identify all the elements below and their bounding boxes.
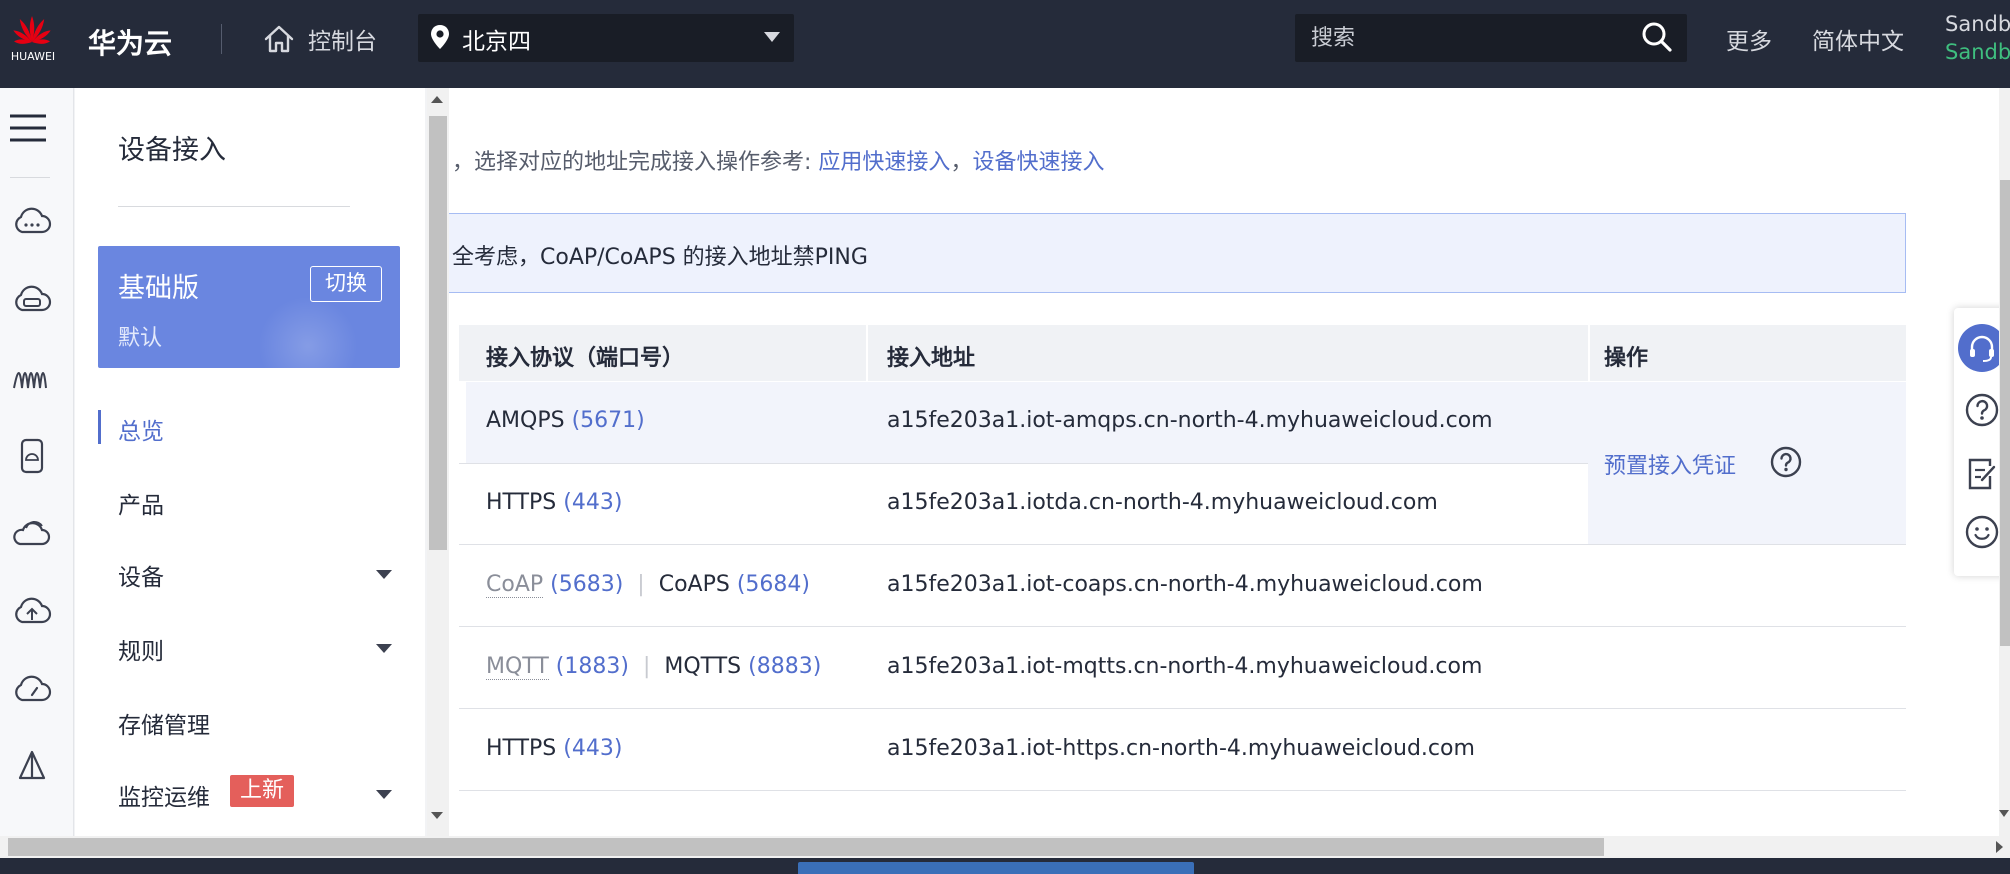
scroll-down-arrow-icon[interactable] (1999, 810, 2009, 817)
row-divider (459, 790, 1906, 791)
logo-text: HUAWEI (10, 50, 56, 63)
language-switcher[interactable]: 简体中文 (1812, 22, 1904, 56)
chevron-down-icon (764, 32, 780, 42)
top-navigation-bar (0, 0, 2010, 88)
user-account-status[interactable]: Sandbox (1945, 40, 2010, 64)
divider (118, 206, 350, 207)
port-number: (5684) (736, 572, 810, 597)
app-quick-access-link[interactable]: 应用快速接入 (818, 150, 950, 175)
cloud-upload-icon[interactable] (12, 592, 52, 632)
access-address: a15fe203a1.iotda.cn-north-4.myhuaweiclou… (887, 490, 1438, 515)
new-badge: 上新 (230, 775, 294, 807)
row-divider (459, 708, 1906, 709)
menu-item-products[interactable]: 产品 (118, 486, 164, 520)
protocol-name[interactable]: CoAP (486, 572, 544, 598)
protocol-name: MQTTS (664, 654, 742, 679)
protocol-separator: | (637, 572, 645, 597)
chevron-down-icon[interactable] (376, 790, 392, 799)
divider (221, 24, 222, 54)
table-row: HTTPS (443) (486, 736, 622, 761)
port-number: (5671) (571, 408, 645, 433)
port-number: (5683) (550, 572, 624, 597)
more-menu[interactable]: 更多 (1726, 22, 1772, 56)
sailboat-icon[interactable] (12, 748, 52, 788)
protocol-name: HTTPS (486, 736, 557, 761)
user-name[interactable]: Sandbox (1945, 12, 2010, 36)
table-row: MQTT (1883) | MQTTS (8883) (486, 654, 822, 680)
column-header-address: 接入地址 (887, 346, 976, 371)
column-separator (1588, 325, 1590, 381)
menu-title: 设备接入 (118, 135, 226, 166)
edition-default-label: 默认 (118, 326, 163, 351)
smiley-feedback-icon[interactable] (1964, 514, 2000, 550)
row-divider (459, 544, 1906, 545)
location-pin-icon (431, 25, 449, 49)
access-address: a15fe203a1.iot-coaps.cn-north-4.myhuawei… (887, 572, 1483, 597)
protocol-name: HTTPS (486, 490, 557, 515)
protocol-separator: | (642, 654, 651, 679)
scroll-up-arrow-icon[interactable] (431, 96, 443, 103)
table-row: CoAP (5683) | CoAPS (5684) (486, 572, 810, 598)
sidebar-scrollbar-thumb[interactable] (429, 116, 447, 550)
table-row: AMQPS (5671) (486, 408, 645, 433)
rail-divider (10, 177, 50, 178)
menu-item-rules[interactable]: 规则 (118, 632, 164, 666)
port-number: (443) (563, 490, 623, 515)
phone-device-icon[interactable] (12, 436, 52, 476)
waveform-icon[interactable] (12, 358, 52, 398)
feedback-edit-icon[interactable] (1964, 456, 2000, 492)
table-row: HTTPS (443) (486, 490, 622, 515)
cloud-stack-icon[interactable] (12, 514, 52, 554)
edition-name: 基础版 (118, 273, 199, 304)
column-header-actions: 操作 (1604, 346, 1649, 371)
chevron-down-icon[interactable] (376, 570, 392, 579)
cloud-gauge-icon[interactable] (12, 670, 52, 710)
bottom-tab[interactable] (798, 862, 1194, 874)
region-label: 北京四 (462, 29, 531, 55)
switch-edition-button[interactable]: 切换 (310, 266, 382, 302)
port-number: (443) (563, 736, 623, 761)
search-icon[interactable] (1640, 20, 1674, 54)
device-quick-access-link[interactable]: 设备快速接入 (972, 150, 1104, 175)
intro-prefix: ，选择对应的地址完成接入操作参考: (452, 150, 819, 175)
horizontal-scrollbar-thumb[interactable] (8, 838, 1604, 856)
brand-name[interactable]: 华为云 (88, 22, 172, 62)
intro-separator: ， (950, 150, 973, 175)
access-address: a15fe203a1.iot-https.cn-north-4.myhuawei… (887, 736, 1475, 761)
help-circle-icon[interactable] (1770, 446, 1802, 478)
protocol-name: AMQPS (486, 408, 565, 433)
scroll-right-arrow-icon[interactable] (1996, 841, 2003, 853)
search-box (1295, 14, 1687, 62)
column-separator (866, 325, 868, 381)
row-divider (459, 626, 1906, 627)
search-input[interactable] (1309, 22, 1629, 54)
cloud-server-icon[interactable] (12, 280, 52, 320)
intro-text: ，选择对应的地址完成接入操作参考: 应用快速接入，设备快速接入 (452, 144, 1104, 176)
preset-credentials-link[interactable]: 预置接入凭证 (1604, 448, 1736, 480)
scroll-down-arrow-icon[interactable] (431, 812, 443, 819)
console-link[interactable]: 控制台 (308, 22, 377, 56)
port-number: (1883) (555, 654, 629, 679)
column-header-protocol: 接入协议（端口号） (486, 346, 685, 371)
access-address: a15fe203a1.iot-mqtts.cn-north-4.myhuawei… (887, 654, 1483, 679)
access-address: a15fe203a1.iot-amqps.cn-north-4.myhuawei… (887, 408, 1493, 433)
menu-item-monitoring[interactable]: 监控运维 (118, 778, 210, 812)
menu-item-storage[interactable]: 存储管理 (118, 706, 210, 740)
headset-icon (1970, 335, 1994, 362)
home-icon[interactable] (262, 22, 296, 56)
menu-item-overview[interactable]: 总览 (118, 412, 164, 446)
menu-item-devices[interactable]: 设备 (118, 558, 164, 592)
chevron-down-icon[interactable] (376, 644, 392, 653)
protocol-name: CoAPS (658, 572, 730, 597)
cloud-dots-icon[interactable] (12, 202, 52, 242)
notice-text: 全考虑，CoAP/CoAPS 的接入地址禁PING (452, 245, 868, 270)
protocol-name[interactable]: MQTT (486, 654, 549, 680)
help-circle-icon[interactable] (1964, 392, 2000, 428)
active-indicator (98, 410, 101, 444)
hamburger-menu-icon[interactable] (8, 108, 48, 148)
page-scrollbar-thumb[interactable] (2000, 180, 2010, 646)
port-number: (8883) (748, 654, 822, 679)
card-decoration (258, 296, 358, 396)
row-divider (459, 463, 1588, 464)
